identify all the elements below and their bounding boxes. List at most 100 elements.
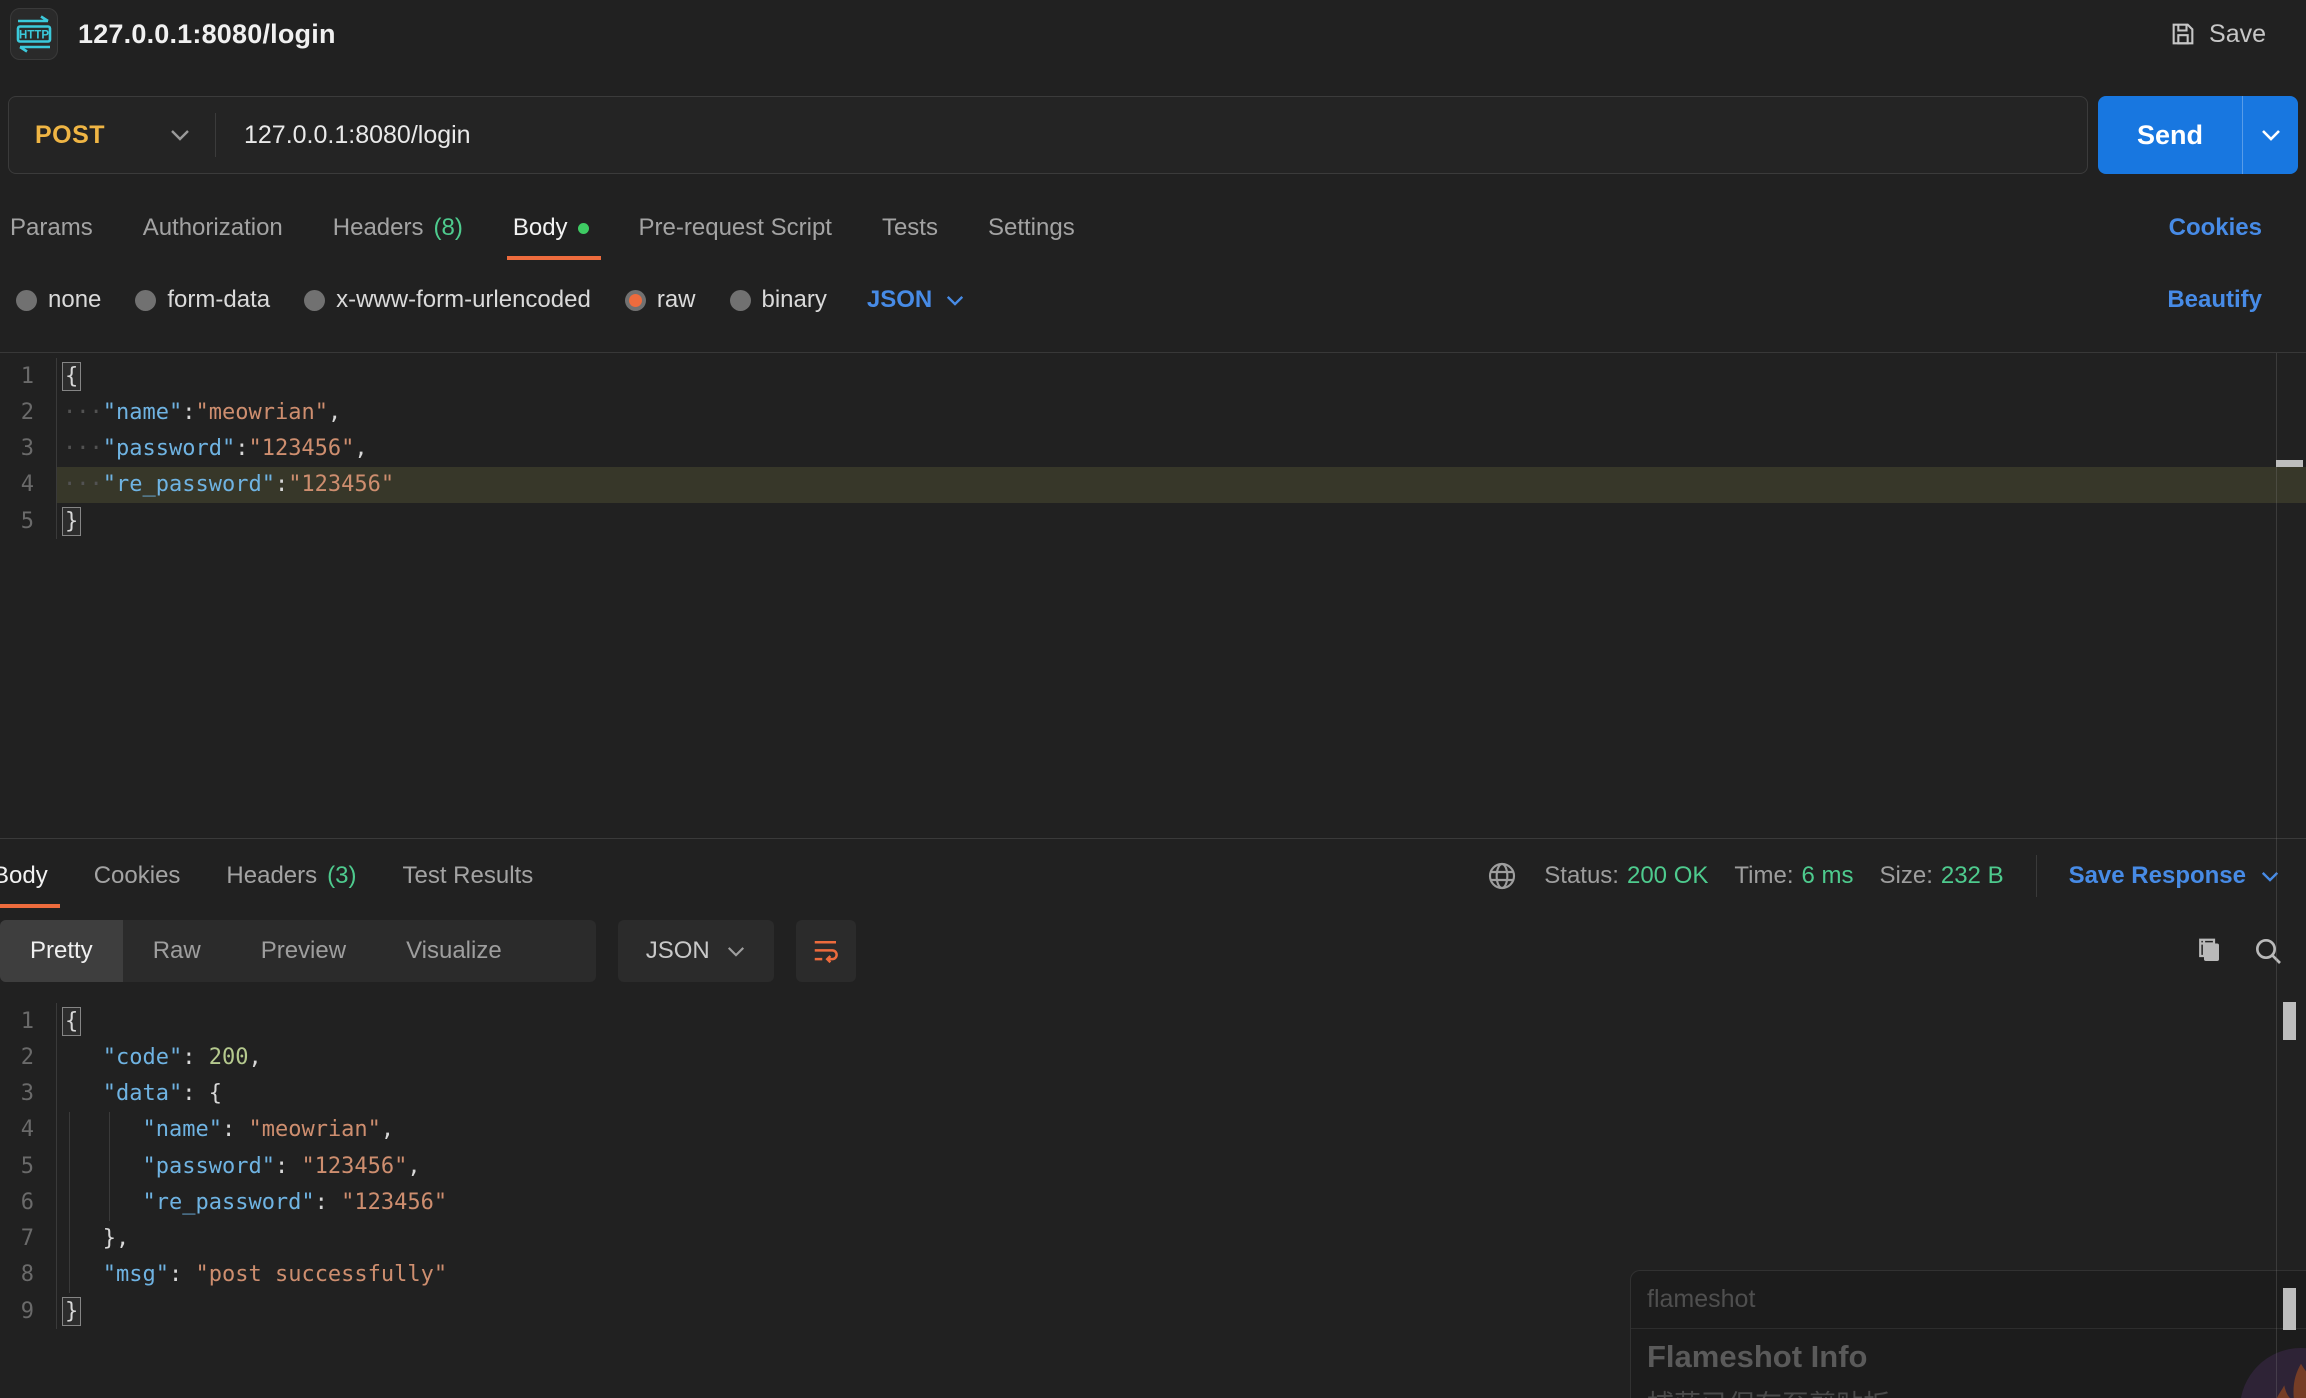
tab-tests[interactable]: Tests [882,196,938,260]
tab-body[interactable]: Body [513,196,589,260]
line-number: 1 [0,364,34,389]
request-body-editor[interactable]: 1{2···"name":"meowrian",3···"password":"… [0,353,2306,838]
radio-none [16,290,37,311]
network-globe-icon[interactable] [1486,860,1518,892]
mode-x-www-form-urlencoded[interactable]: x-www-form-urlencoded [304,286,591,314]
send-options-chevron-icon[interactable] [2243,96,2298,174]
code-line: 7 }, [0,1221,2306,1257]
view-tab-preview[interactable]: Preview [231,920,376,982]
api-client-window: HTTP 127.0.0.1:8080/login Save POST 127.… [0,0,2306,1398]
notification-scrollbar-thumb[interactable] [2283,1288,2296,1330]
response-view-switcher: Pretty Raw Preview Visualize [0,920,596,982]
code-line: 5 "password": "123456", [0,1148,2306,1184]
http-request-icon: HTTP [10,8,58,60]
response-tab-headers[interactable]: Headers(3) [226,844,356,908]
method-chevron-down-icon[interactable] [169,128,191,142]
time-value: 6 ms [1801,862,1853,889]
request-editor-scrollbar-thumb[interactable] [2276,460,2303,467]
copy-icon[interactable] [2194,936,2224,966]
url-input[interactable]: 127.0.0.1:8080/login [244,121,2087,150]
radio-form-data [135,290,156,311]
body-mode-row: none form-data x-www-form-urlencoded raw… [0,272,2306,328]
line-number: 2 [0,400,34,425]
line-number: 8 [0,1262,34,1287]
line-number: 9 [0,1299,34,1324]
save-response-chevron-down-icon [2260,870,2280,883]
flameshot-notification: flameshot Flameshot Info 捕获已保存至剪贴板。 [1630,1270,2306,1398]
response-headers-count-badge: (3) [327,862,356,890]
mode-binary[interactable]: binary [730,286,827,314]
code-line: 1{ [0,358,2306,394]
cookies-link[interactable]: Cookies [2169,196,2262,260]
body-modified-dot [578,223,589,234]
time-item: Time:6 ms [1734,862,1853,890]
mode-raw[interactable]: raw [625,286,696,314]
line-number: 3 [0,436,34,461]
response-tab-test-results[interactable]: Test Results [402,844,533,908]
url-divider [215,113,216,157]
code-line: 6 "re_password": "123456" [0,1184,2306,1220]
search-icon[interactable] [2252,935,2284,967]
language-chevron-down-icon [945,294,965,307]
editor-right-rule [2276,353,2277,1398]
code-line: 4 "name": "meowrian", [0,1112,2306,1148]
send-button[interactable]: Send [2098,96,2242,174]
response-tab-body[interactable]: Body [0,844,48,908]
response-section-divider [0,838,2306,839]
notification-app-title: flameshot [1631,1271,2306,1328]
segmented-spacer [532,920,596,982]
tab-settings[interactable]: Settings [988,196,1075,260]
headers-count-badge: (8) [434,214,463,242]
notification-heading: Flameshot Info [1647,1339,2306,1375]
request-name-title: 127.0.0.1:8080/login [78,19,336,50]
code-line: 1{ [0,1003,2306,1039]
response-view-toolbar: Pretty Raw Preview Visualize JSON [0,918,2306,984]
line-number: 4 [0,1117,34,1142]
method-selector[interactable]: POST [9,121,169,150]
request-url-bar: POST 127.0.0.1:8080/login [8,96,2088,174]
code-line: 3 "data": { [0,1076,2306,1112]
beautify-link[interactable]: Beautify [2167,272,2262,328]
radio-binary [730,290,751,311]
response-language-chevron-down-icon [726,945,746,958]
line-number: 1 [0,1009,34,1034]
request-title-bar: HTTP 127.0.0.1:8080/login Save [0,0,2306,68]
raw-language-selector[interactable]: JSON [867,286,965,314]
save-button[interactable]: Save [2169,0,2266,68]
save-response-button[interactable]: Save Response [2069,862,2280,890]
tab-headers[interactable]: Headers(8) [333,196,463,260]
response-tab-cookies[interactable]: Cookies [94,844,181,908]
view-tab-pretty[interactable]: Pretty [0,920,123,982]
svg-text:HTTP: HTTP [19,30,49,42]
wrap-lines-button[interactable] [796,920,856,982]
status-item: Status:200 OK [1544,862,1708,890]
line-number: 3 [0,1081,34,1106]
code-line: 4···"re_password":"123456" [0,467,2306,503]
tab-authorization[interactable]: Authorization [143,196,283,260]
code-line: 2 "code": 200, [0,1039,2306,1075]
code-line: 5} [0,503,2306,539]
line-number: 7 [0,1226,34,1251]
mode-none[interactable]: none [16,286,101,314]
view-tab-raw[interactable]: Raw [123,920,231,982]
response-editor-scrollbar-thumb[interactable] [2283,1002,2296,1040]
notification-message: 捕获已保存至剪贴板。 [1647,1383,2306,1398]
tab-params[interactable]: Params [10,196,93,260]
response-language-selector[interactable]: JSON [618,920,774,982]
mode-form-data[interactable]: form-data [135,286,270,314]
notification-divider [1631,1328,2306,1329]
radio-raw-selected [625,290,646,311]
save-floppy-icon [2169,20,2197,48]
status-value: 200 OK [1627,862,1708,889]
line-number: 5 [0,509,34,534]
meta-divider [2036,855,2037,897]
size-item: Size:232 B [1880,862,2004,890]
send-button-group: Send [2098,96,2298,174]
wrap-lines-icon [811,936,841,966]
radio-x-www-form-urlencoded [304,290,325,311]
tab-pre-request-script[interactable]: Pre-request Script [639,196,832,260]
flameshot-flame-icon [2238,1346,2306,1398]
view-tab-visualize[interactable]: Visualize [376,920,532,982]
save-button-label: Save [2209,20,2266,49]
code-line: 3···"password":"123456", [0,431,2306,467]
